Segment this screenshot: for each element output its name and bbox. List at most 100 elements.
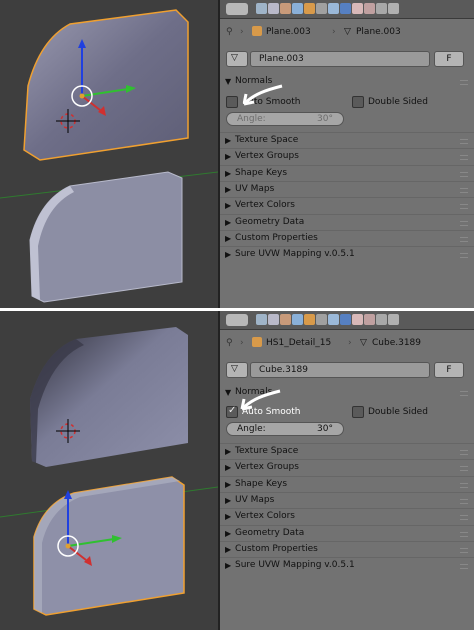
material-icon[interactable]	[352, 3, 363, 14]
panel-geometry-data[interactable]: ▶ Geometry Data	[220, 524, 474, 542]
drag-grip-icon[interactable]	[460, 220, 468, 226]
panel-title: Texture Space	[235, 446, 299, 456]
breadcrumb-data[interactable]: Plane.003	[356, 27, 401, 37]
object-icon[interactable]	[304, 314, 315, 325]
breadcrumb-data[interactable]: Cube.3189	[372, 338, 421, 348]
editor-type-icon[interactable]	[226, 314, 248, 326]
panel-shape-keys[interactable]: ▶ Shape Keys	[220, 475, 474, 493]
panel-texture-space[interactable]: ▶ Texture Space	[220, 132, 474, 149]
drag-grip-icon[interactable]	[460, 564, 468, 570]
drag-grip-icon[interactable]	[460, 482, 468, 488]
editor-type-icon[interactable]	[226, 3, 248, 15]
physics-icon[interactable]	[388, 314, 399, 325]
panel-geometry-data[interactable]: ▶ Geometry Data	[220, 213, 474, 231]
physics-icon[interactable]	[388, 3, 399, 14]
modifiers-icon[interactable]	[328, 3, 339, 14]
angle-field[interactable]: Angle: 30°	[226, 112, 344, 126]
fake-user-button[interactable]: F	[434, 362, 464, 378]
browse-mesh-button[interactable]: ▽	[226, 362, 248, 378]
drag-grip-icon[interactable]	[460, 139, 468, 144]
mesh-data-icon[interactable]	[340, 314, 351, 325]
drag-grip-icon[interactable]	[460, 498, 468, 504]
drag-grip-icon[interactable]	[460, 236, 468, 242]
scene-icon[interactable]	[280, 314, 291, 325]
panel-uv-maps[interactable]: ▶ UV Maps	[220, 180, 474, 198]
double-sided-checkbox[interactable]	[352, 96, 364, 108]
render-icon[interactable]	[256, 314, 267, 325]
panel-title: Custom Properties	[235, 543, 318, 554]
drag-grip-icon[interactable]	[460, 204, 468, 210]
drag-grip-icon[interactable]	[460, 155, 468, 161]
panel-uv-maps[interactable]: ▶ UV Maps	[220, 491, 474, 509]
particles-icon[interactable]	[376, 314, 387, 325]
texture-icon[interactable]	[364, 314, 375, 325]
triangle-right-icon: ▶	[225, 528, 232, 538]
mesh-data-icon[interactable]	[340, 3, 351, 14]
double-sided-label: Double Sided	[368, 97, 428, 107]
material-icon[interactable]	[352, 314, 363, 325]
triangle-right-icon: ▶	[225, 250, 232, 260]
scene-icon[interactable]	[280, 3, 291, 14]
chevron-right-icon: ›	[240, 338, 244, 348]
world-icon[interactable]	[292, 314, 303, 325]
drag-grip-icon[interactable]	[460, 515, 468, 521]
drag-grip-icon[interactable]	[460, 187, 468, 193]
panel-shape-keys[interactable]: ▶ Shape Keys	[220, 164, 474, 182]
panel-custom-properties[interactable]: ▶ Custom Properties	[220, 540, 474, 558]
triangle-down-icon: ▼	[225, 388, 232, 397]
panel-title: Shape Keys	[235, 167, 288, 178]
panel-vertex-groups[interactable]: ▶ Vertex Groups	[220, 148, 474, 165]
render-layers-icon[interactable]	[268, 3, 279, 14]
3d-viewport[interactable]	[0, 311, 218, 630]
breadcrumb-object[interactable]: HS1_Detail_15	[266, 338, 331, 348]
drag-grip-icon[interactable]	[460, 531, 468, 537]
texture-icon[interactable]	[364, 3, 375, 14]
fake-user-button[interactable]: F	[434, 51, 464, 67]
panel-vertex-colors[interactable]: ▶ Vertex Colors	[220, 197, 474, 214]
mesh-icon: ▽	[231, 364, 238, 374]
angle-field[interactable]: Angle: 30°	[226, 422, 344, 436]
panel-title: Geometry Data	[235, 527, 305, 538]
drag-grip-icon[interactable]	[460, 391, 468, 396]
panel-texture-space[interactable]: ▶ Texture Space	[220, 443, 474, 460]
chevron-right-icon: ›	[348, 338, 352, 348]
panel-vertex-groups[interactable]: ▶ Vertex Groups	[220, 459, 474, 476]
screenshot-after: ⚲ › HS1_Detail_15 › ▽ Cube.3189 ▽ Cube.3…	[0, 311, 474, 630]
properties-editor: ⚲ › Plane.003 › ▽ Plane.003 ▽ Plane.003 …	[220, 0, 474, 308]
3d-viewport[interactable]	[0, 0, 218, 308]
constraints-icon[interactable]	[316, 314, 327, 325]
render-layers-icon[interactable]	[268, 314, 279, 325]
viewport-canvas	[0, 327, 218, 616]
object-icon[interactable]	[304, 3, 315, 14]
drag-grip-icon[interactable]	[460, 547, 468, 553]
drag-grip-icon[interactable]	[460, 80, 468, 85]
triangle-right-icon: ▶	[225, 217, 232, 227]
drag-grip-icon[interactable]	[460, 466, 468, 472]
panel-title: Sure UVW Mapping v.0.5.1	[235, 249, 355, 260]
panel-title: Texture Space	[235, 135, 299, 145]
panel-sure-uvw-mapping-v-0-5-1[interactable]: ▶ Sure UVW Mapping v.0.5.1	[220, 557, 474, 574]
pin-icon[interactable]: ⚲	[226, 27, 233, 37]
datablock-name-field[interactable]: Cube.3189	[250, 362, 430, 378]
breadcrumb-object[interactable]: Plane.003	[266, 27, 311, 37]
drag-grip-icon[interactable]	[460, 450, 468, 455]
modifiers-icon[interactable]	[328, 314, 339, 325]
panel-title: Vertex Colors	[235, 200, 295, 211]
panel-title: Geometry Data	[235, 216, 305, 227]
panel-vertex-colors[interactable]: ▶ Vertex Colors	[220, 508, 474, 525]
constraints-icon[interactable]	[316, 3, 327, 14]
particles-icon[interactable]	[376, 3, 387, 14]
browse-mesh-button[interactable]: ▽	[226, 51, 248, 67]
drag-grip-icon[interactable]	[460, 171, 468, 177]
drag-grip-icon[interactable]	[460, 253, 468, 259]
double-sided-checkbox[interactable]	[352, 406, 364, 418]
world-icon[interactable]	[292, 3, 303, 14]
chevron-right-icon: ›	[332, 27, 336, 37]
triangle-right-icon: ▶	[225, 168, 232, 178]
pin-icon[interactable]: ⚲	[226, 338, 233, 348]
datablock-name-field[interactable]: Plane.003	[250, 51, 430, 67]
panel-sure-uvw-mapping-v-0-5-1[interactable]: ▶ Sure UVW Mapping v.0.5.1	[220, 246, 474, 263]
panel-custom-properties[interactable]: ▶ Custom Properties	[220, 229, 474, 247]
render-icon[interactable]	[256, 3, 267, 14]
triangle-right-icon: ▶	[225, 136, 232, 145]
